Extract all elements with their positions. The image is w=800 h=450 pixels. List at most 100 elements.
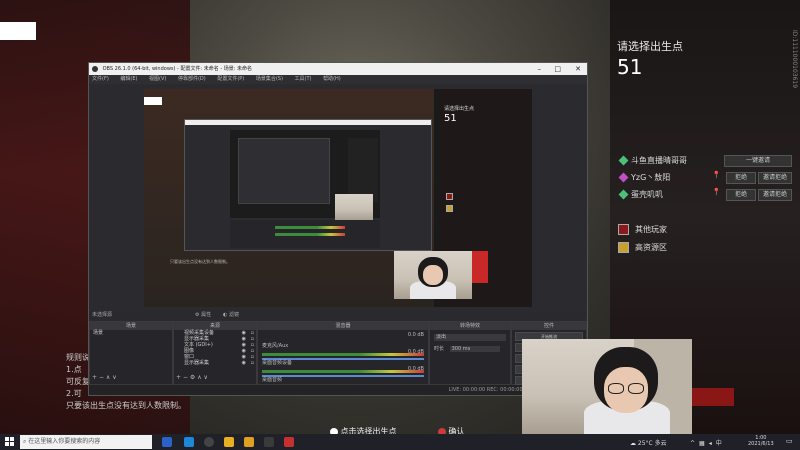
notification-icon[interactable]: ▭: [786, 437, 793, 445]
preview-spawn-title: 请选择出生点: [444, 106, 475, 112]
maximize-icon[interactable]: □: [554, 63, 561, 75]
rules-line: 只要该出生点没有达到人数限制。: [66, 401, 186, 410]
folder-icon[interactable]: [244, 437, 254, 447]
transitions-dock-title: 转场特效: [430, 322, 510, 330]
filters-label: 滤镜: [228, 312, 239, 318]
legend-swatch: [618, 224, 629, 235]
volume-icon[interactable]: ◂: [709, 440, 716, 447]
game-taskbar-icon[interactable]: [284, 437, 294, 447]
minimize-icon[interactable]: –: [538, 63, 542, 75]
invite-all-button[interactable]: 一键邀请: [724, 155, 792, 167]
preview-legend-swatch: [446, 193, 453, 200]
up-icon[interactable]: ∧: [106, 374, 110, 381]
transitions-dock: 转场特效 淡出 时长 300 ms: [429, 321, 511, 385]
system-tray[interactable]: ^▦◂中: [690, 438, 726, 447]
obs-title-text: OBS 26.1.0 (64-bit, windows) - 配置文件: 未命名…: [102, 66, 252, 72]
close-icon[interactable]: ✕: [575, 63, 581, 75]
transition-select[interactable]: 淡出: [434, 334, 506, 341]
remove-icon[interactable]: −: [99, 374, 104, 381]
location-pin-icon: 📍: [712, 188, 721, 196]
obs-window[interactable]: OBS 26.1.0 (64-bit, windows) - 配置文件: 未命名…: [88, 62, 588, 396]
legend-swatch: [618, 242, 629, 253]
menu-docks[interactable]: 停靠部件(D): [178, 76, 206, 82]
duration-label: 时长: [434, 346, 445, 352]
reject-invite-button[interactable]: 邀请拒绝: [758, 189, 792, 201]
app-icon[interactable]: [264, 437, 274, 447]
preview-rules-text: 只要该出生点没有达到人数限制。: [170, 259, 230, 265]
menu-tools[interactable]: 工具(T): [295, 76, 312, 82]
location-pin-icon: 📍: [712, 171, 721, 179]
add-icon[interactable]: +: [92, 374, 97, 381]
menu-profile[interactable]: 配置文件(P): [217, 76, 244, 82]
reject-invite-button[interactable]: 邀请拒绝: [758, 172, 792, 184]
down-icon[interactable]: ∨: [204, 374, 208, 381]
eye-icon[interactable]: ◉: [242, 360, 246, 366]
spawn-count: 51: [617, 55, 643, 79]
lock-icon[interactable]: ▫: [251, 360, 254, 366]
player-id-text: ID:1111000103619: [791, 30, 798, 89]
add-icon[interactable]: +: [176, 374, 181, 381]
start-icon[interactable]: [5, 437, 14, 446]
down-icon[interactable]: ∨: [112, 374, 116, 381]
properties-button[interactable]: ⚙ 属性: [195, 311, 211, 319]
spawn-title: 请选择出生点: [617, 40, 683, 53]
obs-menubar: 文件(F) 编辑(E) 视图(V) 停靠部件(D) 配置文件(P) 场景集合(S…: [89, 75, 587, 84]
filters-button[interactable]: ◐ 滤镜: [223, 311, 239, 319]
menu-edit[interactable]: 编辑(E): [120, 76, 137, 82]
diamond-icon: [618, 155, 629, 166]
mixer-channel-db: 0.0 dB: [407, 332, 424, 338]
cam-face: [423, 265, 443, 285]
sources-dock: 来源 视频采集设备 ◉ ▫ 显示器采集 ◉ ▫ 文本 (GDI+) ◉ ▫ 图像 ◉ ▫ 窗口 ◉…: [173, 321, 257, 385]
mixer-channel-db: 0.0 dB: [407, 349, 424, 355]
obs-preview-canvas[interactable]: 只要该出生点没有达到人数限制。 请选择出生点 51: [144, 89, 532, 307]
reject-button[interactable]: 拒绝: [726, 172, 756, 184]
taskbar-search-input[interactable]: ⌕ 在这里输入你要搜索的内容: [20, 435, 152, 449]
reject-button[interactable]: 拒绝: [726, 189, 756, 201]
player-name: 斗鱼直播晴哥哥: [631, 156, 687, 165]
search-placeholder: 在这里输入你要搜索的内容: [28, 438, 101, 445]
task-view-icon[interactable]: [162, 437, 172, 447]
network-icon[interactable]: ▦: [699, 440, 709, 447]
preview-rules-line: 只要该出生点没有达到人数限制。: [170, 259, 230, 264]
obs-taskbar-icon[interactable]: [204, 437, 214, 447]
remove-icon[interactable]: −: [183, 374, 188, 381]
menu-scene-collection[interactable]: 场景集合(S): [256, 76, 283, 82]
weather-widget[interactable]: ☁ 25°C 多云: [630, 438, 667, 447]
duration-input[interactable]: 300 ms: [449, 346, 500, 352]
menu-help[interactable]: 帮助(H): [323, 76, 341, 82]
source-item[interactable]: 显示器采集 ◉ ▫: [174, 360, 256, 366]
up-icon[interactable]: ∧: [197, 374, 201, 381]
redacted-label: [0, 22, 36, 40]
clock[interactable]: 1:00 2021/6/13: [748, 435, 774, 447]
nested-webcam: [335, 194, 373, 220]
sources-dock-title: 来源: [174, 322, 256, 330]
edge-icon[interactable]: [184, 437, 194, 447]
legend-resource-area: 高资源区: [618, 242, 667, 253]
legend-other-players: 其他玩家: [618, 224, 667, 235]
mixer-channel-db: 0.0 dB: [407, 366, 424, 372]
legend-label: 高资源区: [635, 243, 667, 252]
menu-file[interactable]: 文件(F): [92, 76, 109, 82]
menu-view[interactable]: 视图(V): [149, 76, 166, 82]
no-source-label: 未选择源: [92, 312, 113, 318]
nested-docks: [230, 220, 380, 248]
webcam-overlay: [522, 339, 692, 434]
scene-controls: + − ∧ ∨: [92, 374, 117, 381]
chevron-up-icon[interactable]: ^: [690, 440, 699, 447]
source-item-label: 显示器采集: [184, 360, 210, 366]
scenes-dock: 场景 场景 + − ∧ ∨: [89, 321, 173, 385]
diamond-icon: [618, 172, 629, 183]
nested-obs-capture: [184, 119, 432, 251]
weather-text: 25°C 多云: [637, 440, 667, 447]
chrome-icon[interactable]: [224, 437, 234, 447]
scene-item[interactable]: 场景: [90, 330, 172, 336]
cam-glasses-left: [608, 383, 624, 394]
ime-icon[interactable]: 中: [716, 440, 726, 447]
diamond-icon: [618, 189, 629, 200]
obs-titlebar[interactable]: OBS 26.1.0 (64-bit, windows) - 配置文件: 未命名…: [89, 63, 587, 75]
obs-logo-icon: [92, 65, 98, 72]
gear-icon[interactable]: ⚙: [190, 374, 195, 381]
confirm-red-button[interactable]: [692, 388, 734, 406]
player-name: YzG丶敖阳: [631, 173, 671, 182]
source-controls: + − ⚙ ∧ ∨: [176, 374, 208, 381]
